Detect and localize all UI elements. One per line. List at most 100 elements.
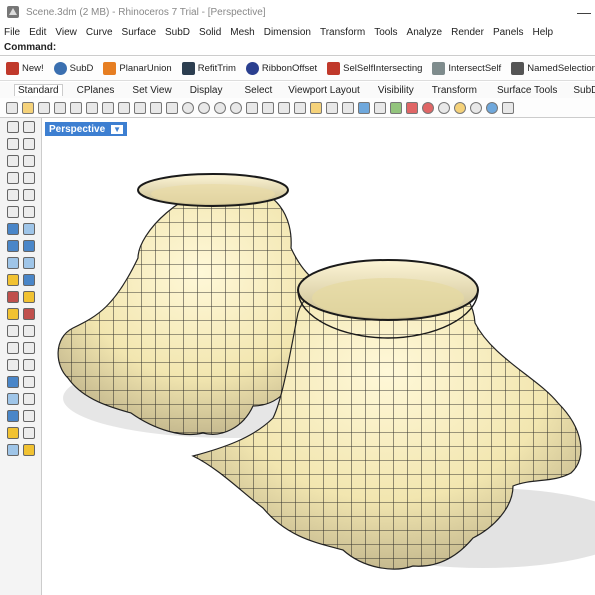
quick-new-button[interactable]: New! <box>6 62 44 75</box>
menu-surface[interactable]: Surface <box>122 27 156 38</box>
select-icon[interactable] <box>262 101 274 114</box>
menu-transform[interactable]: Transform <box>320 27 365 38</box>
render-preview-icon[interactable] <box>438 101 450 114</box>
properties-icon[interactable] <box>406 101 418 114</box>
copy-icon[interactable] <box>86 101 98 114</box>
minimize-button[interactable]: — <box>577 4 591 20</box>
copy-object-icon[interactable] <box>22 325 35 337</box>
rotate-view-icon[interactable] <box>166 101 178 114</box>
layer-icon[interactable] <box>390 101 402 114</box>
ellipse-icon[interactable] <box>6 189 19 201</box>
menu-tools[interactable]: Tools <box>374 27 397 38</box>
open-file-icon[interactable] <box>22 101 34 114</box>
print-icon[interactable] <box>54 101 66 114</box>
quick-refit-trim-button[interactable]: RefitTrim <box>181 62 236 75</box>
explode-icon[interactable] <box>6 291 19 303</box>
hide-icon[interactable] <box>278 101 290 114</box>
render-icon[interactable] <box>454 101 466 114</box>
polyline-icon[interactable] <box>6 138 19 150</box>
cylinder-icon[interactable] <box>6 257 19 269</box>
boolean-union-icon[interactable] <box>6 274 19 286</box>
paste-icon[interactable] <box>118 101 130 114</box>
menu-file[interactable]: File <box>4 27 20 38</box>
snapshot-icon[interactable] <box>22 410 35 422</box>
curve-icon[interactable] <box>22 138 35 150</box>
quick-named-selection-button[interactable]: NamedSelection <box>511 62 595 75</box>
quick-sel-self-intersecting-button[interactable]: SelSelfIntersecting <box>327 62 422 75</box>
rectangle-icon[interactable] <box>22 172 35 184</box>
help-icon[interactable] <box>486 101 498 114</box>
mirror-icon[interactable] <box>6 359 19 371</box>
command-line[interactable]: Command: <box>0 40 595 56</box>
new-file-icon[interactable] <box>6 101 18 114</box>
viewport-tab-perspective[interactable]: Perspective ▼ <box>45 122 128 136</box>
quick-subd-button[interactable]: SubD <box>53 62 93 75</box>
environment-icon[interactable] <box>470 101 482 114</box>
tab-transform[interactable]: Transform <box>432 85 477 96</box>
join-icon[interactable] <box>22 291 35 303</box>
dimension-icon[interactable] <box>22 376 35 388</box>
tab-cplanes[interactable]: CPlanes <box>77 85 115 96</box>
camera-icon[interactable] <box>6 410 19 422</box>
surface-icon[interactable] <box>6 223 19 235</box>
paint-icon[interactable] <box>22 444 35 456</box>
tab-subd-tools[interactable]: SubD Tools <box>573 85 595 96</box>
viewport-menu-arrow-icon[interactable]: ▼ <box>111 124 124 134</box>
lock-icon[interactable] <box>326 101 338 114</box>
split-icon[interactable] <box>22 308 35 320</box>
array-icon[interactable] <box>22 359 35 371</box>
menu-render[interactable]: Render <box>451 27 484 38</box>
move-icon[interactable] <box>6 325 19 337</box>
cplane-icon[interactable] <box>358 101 370 114</box>
grid-icon[interactable] <box>374 101 386 114</box>
tab-standard[interactable]: Standard <box>14 84 63 96</box>
zoom-window-icon[interactable] <box>198 101 210 114</box>
zoom-extents-icon[interactable] <box>214 101 226 114</box>
circle-icon[interactable] <box>6 155 19 167</box>
undo-view-icon[interactable] <box>246 101 258 114</box>
menu-panels[interactable]: Panels <box>493 27 524 38</box>
zoom-icon[interactable] <box>182 101 194 114</box>
quick-ribbon-offset-button[interactable]: RibbonOffset <box>245 62 317 75</box>
light-object-icon[interactable] <box>6 427 19 439</box>
perspective-viewport[interactable] <box>43 138 595 595</box>
tab-visibility[interactable]: Visibility <box>378 85 414 96</box>
trim-icon[interactable] <box>6 308 19 320</box>
mesh-icon[interactable] <box>22 257 35 269</box>
pan-icon[interactable] <box>150 101 162 114</box>
zoom-selected-icon[interactable] <box>230 101 242 114</box>
text-icon[interactable] <box>6 376 19 388</box>
polygon-icon[interactable] <box>6 172 19 184</box>
sphere-icon[interactable] <box>22 240 35 252</box>
point-icon[interactable] <box>22 121 35 133</box>
tab-surface-tools[interactable]: Surface Tools <box>497 85 557 96</box>
menu-mesh[interactable]: Mesh <box>230 27 254 38</box>
tab-viewport-layout[interactable]: Viewport Layout <box>288 85 360 96</box>
light-icon[interactable] <box>310 101 322 114</box>
menu-view[interactable]: View <box>55 27 77 38</box>
boolean-difference-icon[interactable] <box>22 274 35 286</box>
box-icon[interactable] <box>6 240 19 252</box>
menu-subd[interactable]: SubD <box>165 27 190 38</box>
analyze-icon[interactable] <box>6 393 19 405</box>
show-icon[interactable] <box>294 101 306 114</box>
cut-icon[interactable] <box>102 101 114 114</box>
tab-set-view[interactable]: Set View <box>132 85 171 96</box>
select-arrow-icon[interactable] <box>6 121 19 133</box>
material-icon[interactable] <box>422 101 434 114</box>
block-icon[interactable] <box>6 444 19 456</box>
quick-intersect-self-button[interactable]: IntersectSelf <box>432 62 501 75</box>
viewport-area[interactable]: Perspective ▼ <box>43 118 595 595</box>
menu-edit[interactable]: Edit <box>29 27 46 38</box>
extrude-icon[interactable] <box>22 223 35 235</box>
tab-display[interactable]: Display <box>190 85 223 96</box>
unlock-icon[interactable] <box>342 101 354 114</box>
offset-curve-icon[interactable] <box>22 189 35 201</box>
menu-solid[interactable]: Solid <box>199 27 221 38</box>
scale-icon[interactable] <box>22 342 35 354</box>
chamfer-icon[interactable] <box>22 206 35 218</box>
fillet-icon[interactable] <box>6 206 19 218</box>
check-icon[interactable] <box>22 427 35 439</box>
menu-dimension[interactable]: Dimension <box>264 27 311 38</box>
undo-icon[interactable] <box>134 101 146 114</box>
